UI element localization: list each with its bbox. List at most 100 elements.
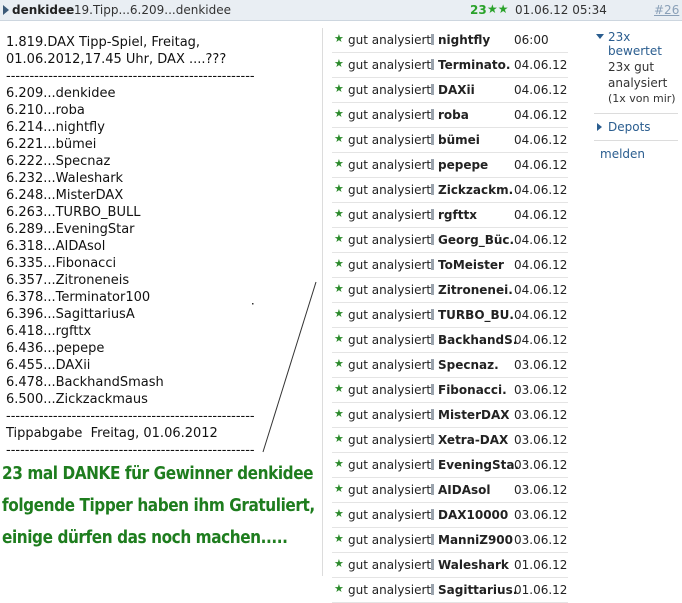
rating-user-link[interactable]: ToMeister (438, 258, 504, 272)
rating-label: gut analysiert (348, 108, 432, 122)
rating-date: 03.06.12 (514, 508, 568, 522)
column-divider (322, 28, 323, 576)
rated-toggle-label: 23x bewertet (608, 30, 662, 58)
rating-date: 04.06.12 (514, 333, 568, 347)
rating-label: gut analysiert (348, 158, 432, 172)
star-icon: ★ (334, 507, 344, 520)
rated-line-1: 23x gut (608, 60, 655, 74)
user-status-icon (431, 484, 434, 495)
rating-label: gut analysiert (348, 83, 432, 97)
rating-date: 03.06.12 (514, 358, 568, 372)
rating-date: 03.06.12 (514, 458, 568, 472)
rating-user-link[interactable]: Waleshark (438, 558, 509, 572)
rating-label: gut analysiert (348, 583, 432, 597)
rating-row: ★ gut analysiert pepepe 04.06.12 (332, 153, 568, 178)
rating-label: gut analysiert (348, 233, 432, 247)
user-status-icon (431, 459, 434, 470)
depots-link[interactable]: Depots (594, 120, 682, 134)
rating-user-link[interactable]: nightfly (438, 33, 490, 47)
rating-label: gut analysiert (348, 183, 432, 197)
rating-row: ★ gut analysiert DAXii 04.06.12 (332, 78, 568, 103)
rating-date: 04.06.12 (514, 83, 568, 97)
rating-label: gut analysiert (348, 208, 432, 222)
rating-date: 04.06.12 (514, 258, 568, 272)
rating-row: ★ gut analysiert Georg_Büc. 04.06.12 (332, 228, 568, 253)
rating-user-link[interactable]: Georg_Büc. (438, 233, 514, 247)
rating-user-link[interactable]: Terminato. (438, 58, 510, 72)
rating-user-link[interactable]: AIDAsol (438, 483, 491, 497)
user-status-icon (431, 534, 434, 545)
rating-date: 03.06.12 (514, 433, 568, 447)
star-icon: ★ (334, 182, 344, 195)
rating-row: ★ gut analysiert Zitronenei. 04.06.12 (332, 278, 568, 303)
rating-user-link[interactable]: bümei (438, 133, 480, 147)
rating-user-link[interactable]: Specnaz. (438, 358, 499, 372)
user-status-icon (431, 84, 434, 95)
rating-date: 04.06.12 (514, 58, 568, 72)
star-icon: ★ (334, 407, 344, 420)
rating-label: gut analysiert (348, 133, 432, 147)
rating-user-link[interactable]: TURBO_BU. (438, 308, 514, 322)
star-icon: ★ (334, 132, 344, 145)
rating-user-link[interactable]: Xetra-DAX (438, 433, 508, 447)
user-status-icon (431, 109, 434, 120)
rating-row: ★ gut analysiert EveningSta. 03.06.12 (332, 453, 568, 478)
rating-user-link[interactable]: pepepe (438, 158, 488, 172)
rating-user-link[interactable]: MisterDAX (438, 408, 510, 422)
rating-row: ★ gut analysiert DAX10000 03.06.12 (332, 503, 568, 528)
star-icon: ★ (334, 57, 344, 70)
rating-label: gut analysiert (348, 483, 432, 497)
rating-label: gut analysiert (348, 508, 432, 522)
depots-label: Depots (608, 120, 651, 134)
star-icon: ★ (334, 332, 344, 345)
rating-date: 03.06.12 (514, 408, 568, 422)
rating-date: 04.06.12 (514, 208, 568, 222)
rating-user-link[interactable]: rgfttx (438, 208, 477, 222)
rating-label: gut analysiert (348, 258, 432, 272)
rating-date: 01.06.12 (514, 583, 568, 597)
rating-row: ★ gut analysiert TURBO_BU. 04.06.12 (332, 303, 568, 328)
rating-sidebar: 23x bewertet 23x gut analysiert (1x von … (594, 30, 682, 161)
user-status-icon (431, 284, 434, 295)
rating-row: ★ gut analysiert Xetra-DAX 03.06.12 (332, 428, 568, 453)
rated-toggle[interactable]: 23x bewertet (594, 30, 682, 58)
star-icon: ★ (334, 207, 344, 220)
rating-row: ★ gut analysiert roba 04.06.12 (332, 103, 568, 128)
rating-row: ★ gut analysiert rgfttx 04.06.12 (332, 203, 568, 228)
rating-user-link[interactable]: Fibonacci. (438, 383, 507, 397)
user-status-icon (431, 134, 434, 145)
rating-label: gut analysiert (348, 533, 432, 547)
rating-date: 04.06.12 (514, 158, 568, 172)
rating-user-link[interactable]: Zickzackm. (438, 183, 513, 197)
star-icon: ★ (334, 307, 344, 320)
ratings-list: ★ gut analysiert nightfly 06:00 ★ gut analysi… (332, 28, 568, 603)
user-status-icon (431, 34, 434, 45)
user-status-icon (431, 309, 434, 320)
rating-user-link[interactable]: ManniZ900 (438, 533, 513, 547)
rating-row: ★ gut analysiert Fibonacci. 03.06.12 (332, 378, 568, 403)
rating-user-link[interactable]: EveningSta. (438, 458, 519, 472)
star-icon: ★ (334, 357, 344, 370)
rating-user-link[interactable]: DAXii (438, 83, 475, 97)
star-icon: ★ (334, 432, 344, 445)
rating-date: 03.06.12 (514, 383, 568, 397)
rating-row: ★ gut analysiert bümei 04.06.12 (332, 128, 568, 153)
rating-label: gut analysiert (348, 308, 432, 322)
star-icon: ★ (334, 582, 344, 595)
star-icon: ★ (334, 82, 344, 95)
rating-label: gut analysiert (348, 33, 432, 47)
divider (594, 140, 678, 141)
rating-user-link[interactable]: Sagittarius. (438, 583, 517, 597)
user-status-icon (431, 434, 434, 445)
rating-row: ★ gut analysiert Terminato. 04.06.12 (332, 53, 568, 78)
rated-line-2: analysiert (608, 76, 668, 90)
rating-label: gut analysiert (348, 358, 432, 372)
rating-user-link[interactable]: DAX10000 (438, 508, 508, 522)
rating-label: gut analysiert (348, 458, 432, 472)
rating-user-link[interactable]: BackhandS. (438, 333, 517, 347)
congrats-line-3: einige dürfen das noch machen..... (2, 527, 288, 548)
rating-date: 03.06.12 (514, 533, 568, 547)
rating-user-link[interactable]: Zitronenei. (438, 283, 513, 297)
rating-user-link[interactable]: roba (438, 108, 469, 122)
report-link[interactable]: melden (594, 147, 682, 161)
